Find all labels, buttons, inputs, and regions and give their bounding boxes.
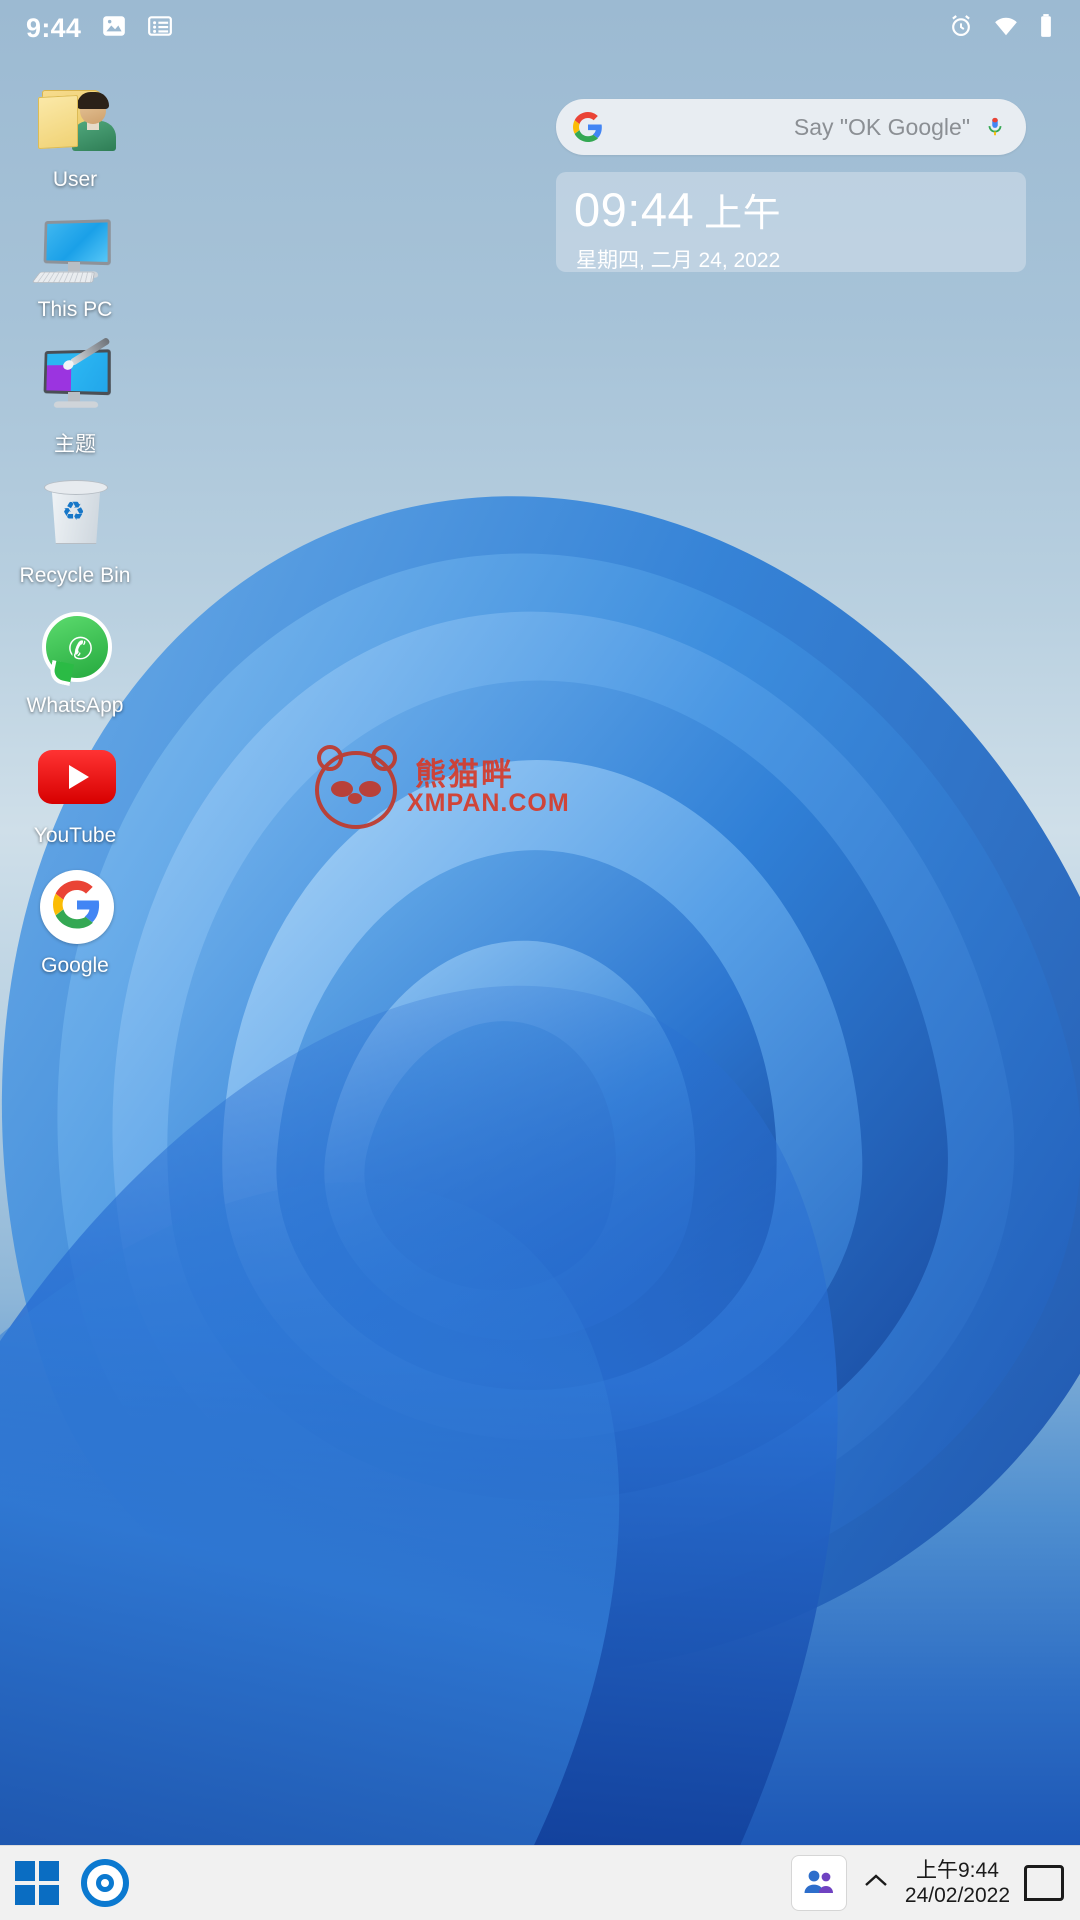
desktop-icon-label: User bbox=[52, 168, 98, 191]
panda-face-icon bbox=[315, 751, 397, 829]
alarm-icon bbox=[948, 13, 974, 44]
clock-widget-ampm: 上午 bbox=[704, 193, 782, 235]
search-input[interactable]: Say "OK Google" bbox=[604, 114, 984, 141]
taskbar-date: 24/02/2022 bbox=[904, 1884, 1010, 1907]
taskbar-clock[interactable]: 上午9:44 24/02/2022 bbox=[905, 1858, 1010, 1908]
user-folder-icon bbox=[32, 76, 118, 162]
status-bar-right bbox=[948, 13, 1054, 44]
microphone-icon[interactable] bbox=[984, 112, 1008, 142]
desktop-icon-label: Recycle Bin bbox=[19, 564, 131, 587]
desktop-icon-label: This PC bbox=[37, 298, 113, 321]
recycle-bin-icon: ♻ bbox=[32, 472, 118, 558]
theme-icon bbox=[32, 336, 118, 422]
notification-icon[interactable] bbox=[1024, 1865, 1064, 1901]
desktop-icon-label: Google bbox=[41, 954, 109, 977]
chevron-up-icon[interactable] bbox=[861, 1870, 891, 1897]
clock-widget-time: 09:44 bbox=[574, 183, 695, 236]
youtube-icon bbox=[32, 732, 118, 818]
list-icon bbox=[147, 13, 173, 44]
desktop-icon-label: 主题 bbox=[54, 433, 96, 456]
android-desktop-screen: 9:44 Say "OK Google" 09:44 上午 星期四, 二月 24… bbox=[0, 0, 1080, 1920]
watermark-title: 熊猫畔 bbox=[415, 757, 514, 792]
watermark-url: XMPAN.COM bbox=[407, 789, 570, 817]
taskbar: 上午9:44 24/02/2022 bbox=[0, 1845, 1080, 1920]
desktop-icon-theme[interactable]: 主题 bbox=[0, 336, 150, 458]
desktop-icon-column: User This PC 主题 ♻ Recycle Bin ✆ WhatsApp… bbox=[0, 76, 150, 992]
windows-logo-icon bbox=[15, 1861, 59, 1905]
desktop-icon-recycle-bin[interactable]: ♻ Recycle Bin bbox=[0, 472, 150, 588]
google-icon bbox=[32, 862, 118, 948]
panda-nose-icon bbox=[348, 793, 362, 804]
clock-widget[interactable]: 09:44 上午 星期四, 二月 24, 2022 bbox=[556, 172, 1026, 272]
status-bar-clock: 9:44 bbox=[26, 12, 82, 43]
start-button[interactable] bbox=[8, 1854, 66, 1912]
image-icon bbox=[101, 13, 127, 44]
status-bar-left: 9:44 bbox=[26, 13, 173, 44]
taskbar-time: 上午9:44 bbox=[916, 1859, 999, 1882]
google-g-icon bbox=[572, 111, 604, 143]
clock-widget-date: 星期四, 二月 24, 2022 bbox=[576, 249, 781, 272]
watermark: 熊猫畔 XMPAN.COM bbox=[315, 745, 595, 835]
clock-widget-time-row: 09:44 上午 bbox=[556, 184, 1026, 240]
taskbar-tray: 上午9:44 24/02/2022 bbox=[790, 1855, 1080, 1911]
desktop-icon-whatsapp[interactable]: ✆ WhatsApp bbox=[0, 602, 150, 718]
desktop-icon-youtube[interactable]: YouTube bbox=[0, 732, 150, 848]
desktop-icon-label: WhatsApp bbox=[26, 694, 124, 717]
desktop-icon-this-pc[interactable]: This PC bbox=[0, 206, 150, 322]
wifi-icon bbox=[992, 13, 1020, 44]
desktop-icon-label: YouTube bbox=[33, 824, 117, 847]
wallpaper bbox=[0, 0, 1080, 1846]
wallpaper-ribbons bbox=[0, 342, 1080, 1846]
desktop-icon-google[interactable]: Google bbox=[0, 862, 150, 978]
status-bar: 9:44 bbox=[0, 0, 1080, 56]
edge-icon bbox=[81, 1859, 129, 1907]
battery-icon bbox=[1038, 13, 1054, 44]
this-pc-icon bbox=[31, 206, 118, 292]
edge-button[interactable] bbox=[76, 1854, 134, 1912]
chat-people-icon[interactable] bbox=[790, 1855, 847, 1911]
whatsapp-icon: ✆ bbox=[32, 602, 118, 688]
google-search-bar[interactable]: Say "OK Google" bbox=[556, 99, 1026, 155]
taskbar-left bbox=[0, 1854, 134, 1912]
desktop-icon-user[interactable]: User bbox=[0, 76, 150, 192]
